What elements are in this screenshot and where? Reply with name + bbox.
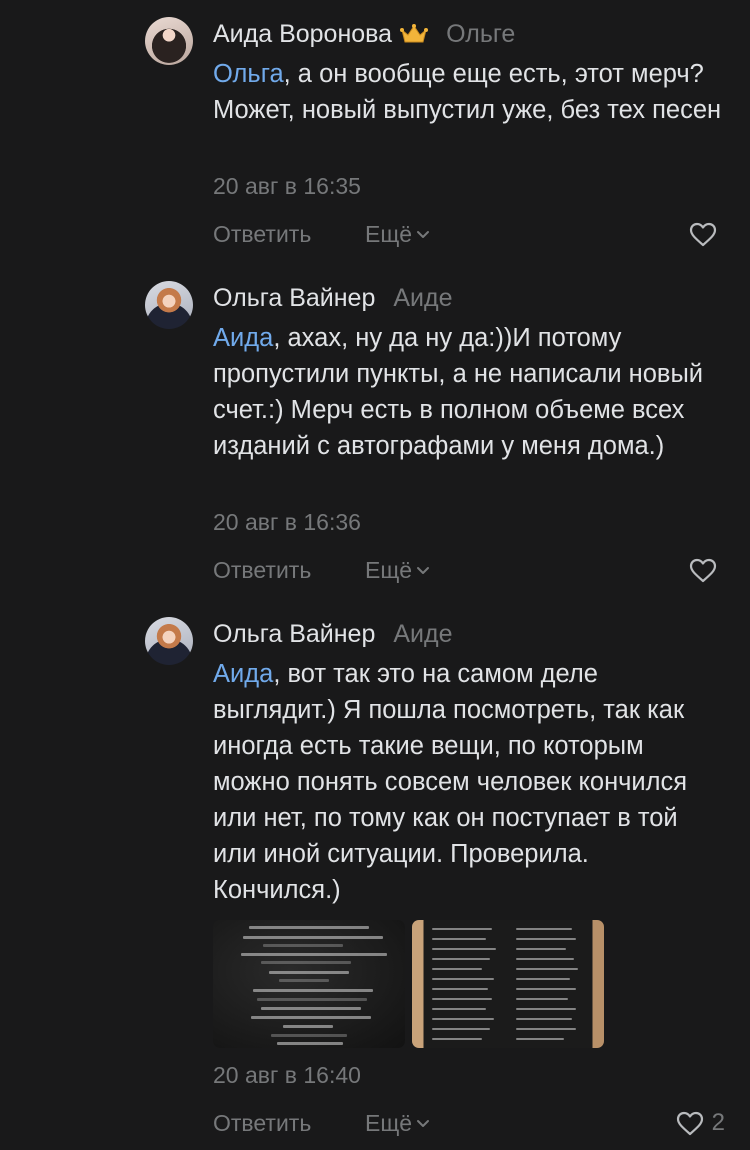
more-label: Ещё [365,221,413,247]
more-label: Ещё [365,1110,413,1136]
attached-photo-1[interactable] [213,920,405,1048]
comment-date[interactable]: 20 авг в 16:36 [213,507,361,537]
more-button[interactable]: Ещё [365,553,430,587]
author-name[interactable]: Ольга Вайнер [213,620,375,648]
avatar-aida-voronova[interactable] [145,17,193,65]
avatar-olga-vainer[interactable] [145,617,193,665]
comment-header: Ольга Вайнер Аиде [213,281,453,315]
comment-date[interactable]: 20 авг в 16:40 [213,1060,361,1090]
comment-header: Ольга Вайнер Аиде [213,617,453,651]
like-button[interactable] [689,553,725,587]
comment-text: Аида, вот так это на самом деле выглядит… [213,656,723,908]
more-button[interactable]: Ещё [365,1106,430,1140]
more-label: Ещё [365,557,413,583]
comment-actions: Ответить Ещё 2 [213,1106,725,1140]
comment-text: Аида, ахах, ну да ну да:))И потому пропу… [213,320,723,464]
heart-icon [689,558,717,582]
more-button[interactable]: Ещё [365,217,430,251]
heart-icon [676,1111,703,1135]
reply-to[interactable]: Аиде [393,284,452,312]
mention-link[interactable]: Аида [213,660,273,688]
comment-body-text: , а он вообще еще есть, этот мерч? Может… [213,60,722,124]
reply-button[interactable]: Ответить [213,1106,311,1140]
like-button[interactable] [689,217,725,251]
comment-actions: Ответить Ещё [213,217,725,251]
chevron-down-icon [417,567,430,574]
chevron-down-icon [417,231,430,238]
comment-date[interactable]: 20 авг в 16:35 [213,171,361,201]
reply-button[interactable]: Ответить [213,217,311,251]
avatar-olga-vainer[interactable] [145,281,193,329]
author-name[interactable]: Аида Воронова [213,20,392,48]
comment-actions: Ответить Ещё [213,553,725,587]
mention-link[interactable]: Аида [213,324,273,352]
comment-text: Ольга, а он вообще еще есть, этот мерч? … [213,56,723,128]
like-count: 2 [711,1109,725,1136]
mention-link[interactable]: Ольга [213,60,284,88]
comment-body-text: , вот так это на самом деле выглядит.) Я… [213,660,688,904]
like-button[interactable]: 2 [676,1106,725,1140]
attached-photo-2[interactable] [412,920,604,1048]
chevron-down-icon [417,1120,430,1127]
crown-icon [400,24,429,43]
comment-header: Аида Воронова Ольге [213,17,515,51]
author-name[interactable]: Ольга Вайнер [213,284,375,312]
heart-icon [689,222,717,246]
comment-body-text: , ахах, ну да ну да:))И потому пропустил… [213,324,704,460]
reply-to[interactable]: Ольге [446,20,515,48]
reply-button[interactable]: Ответить [213,553,311,587]
reply-to[interactable]: Аиде [393,620,452,648]
